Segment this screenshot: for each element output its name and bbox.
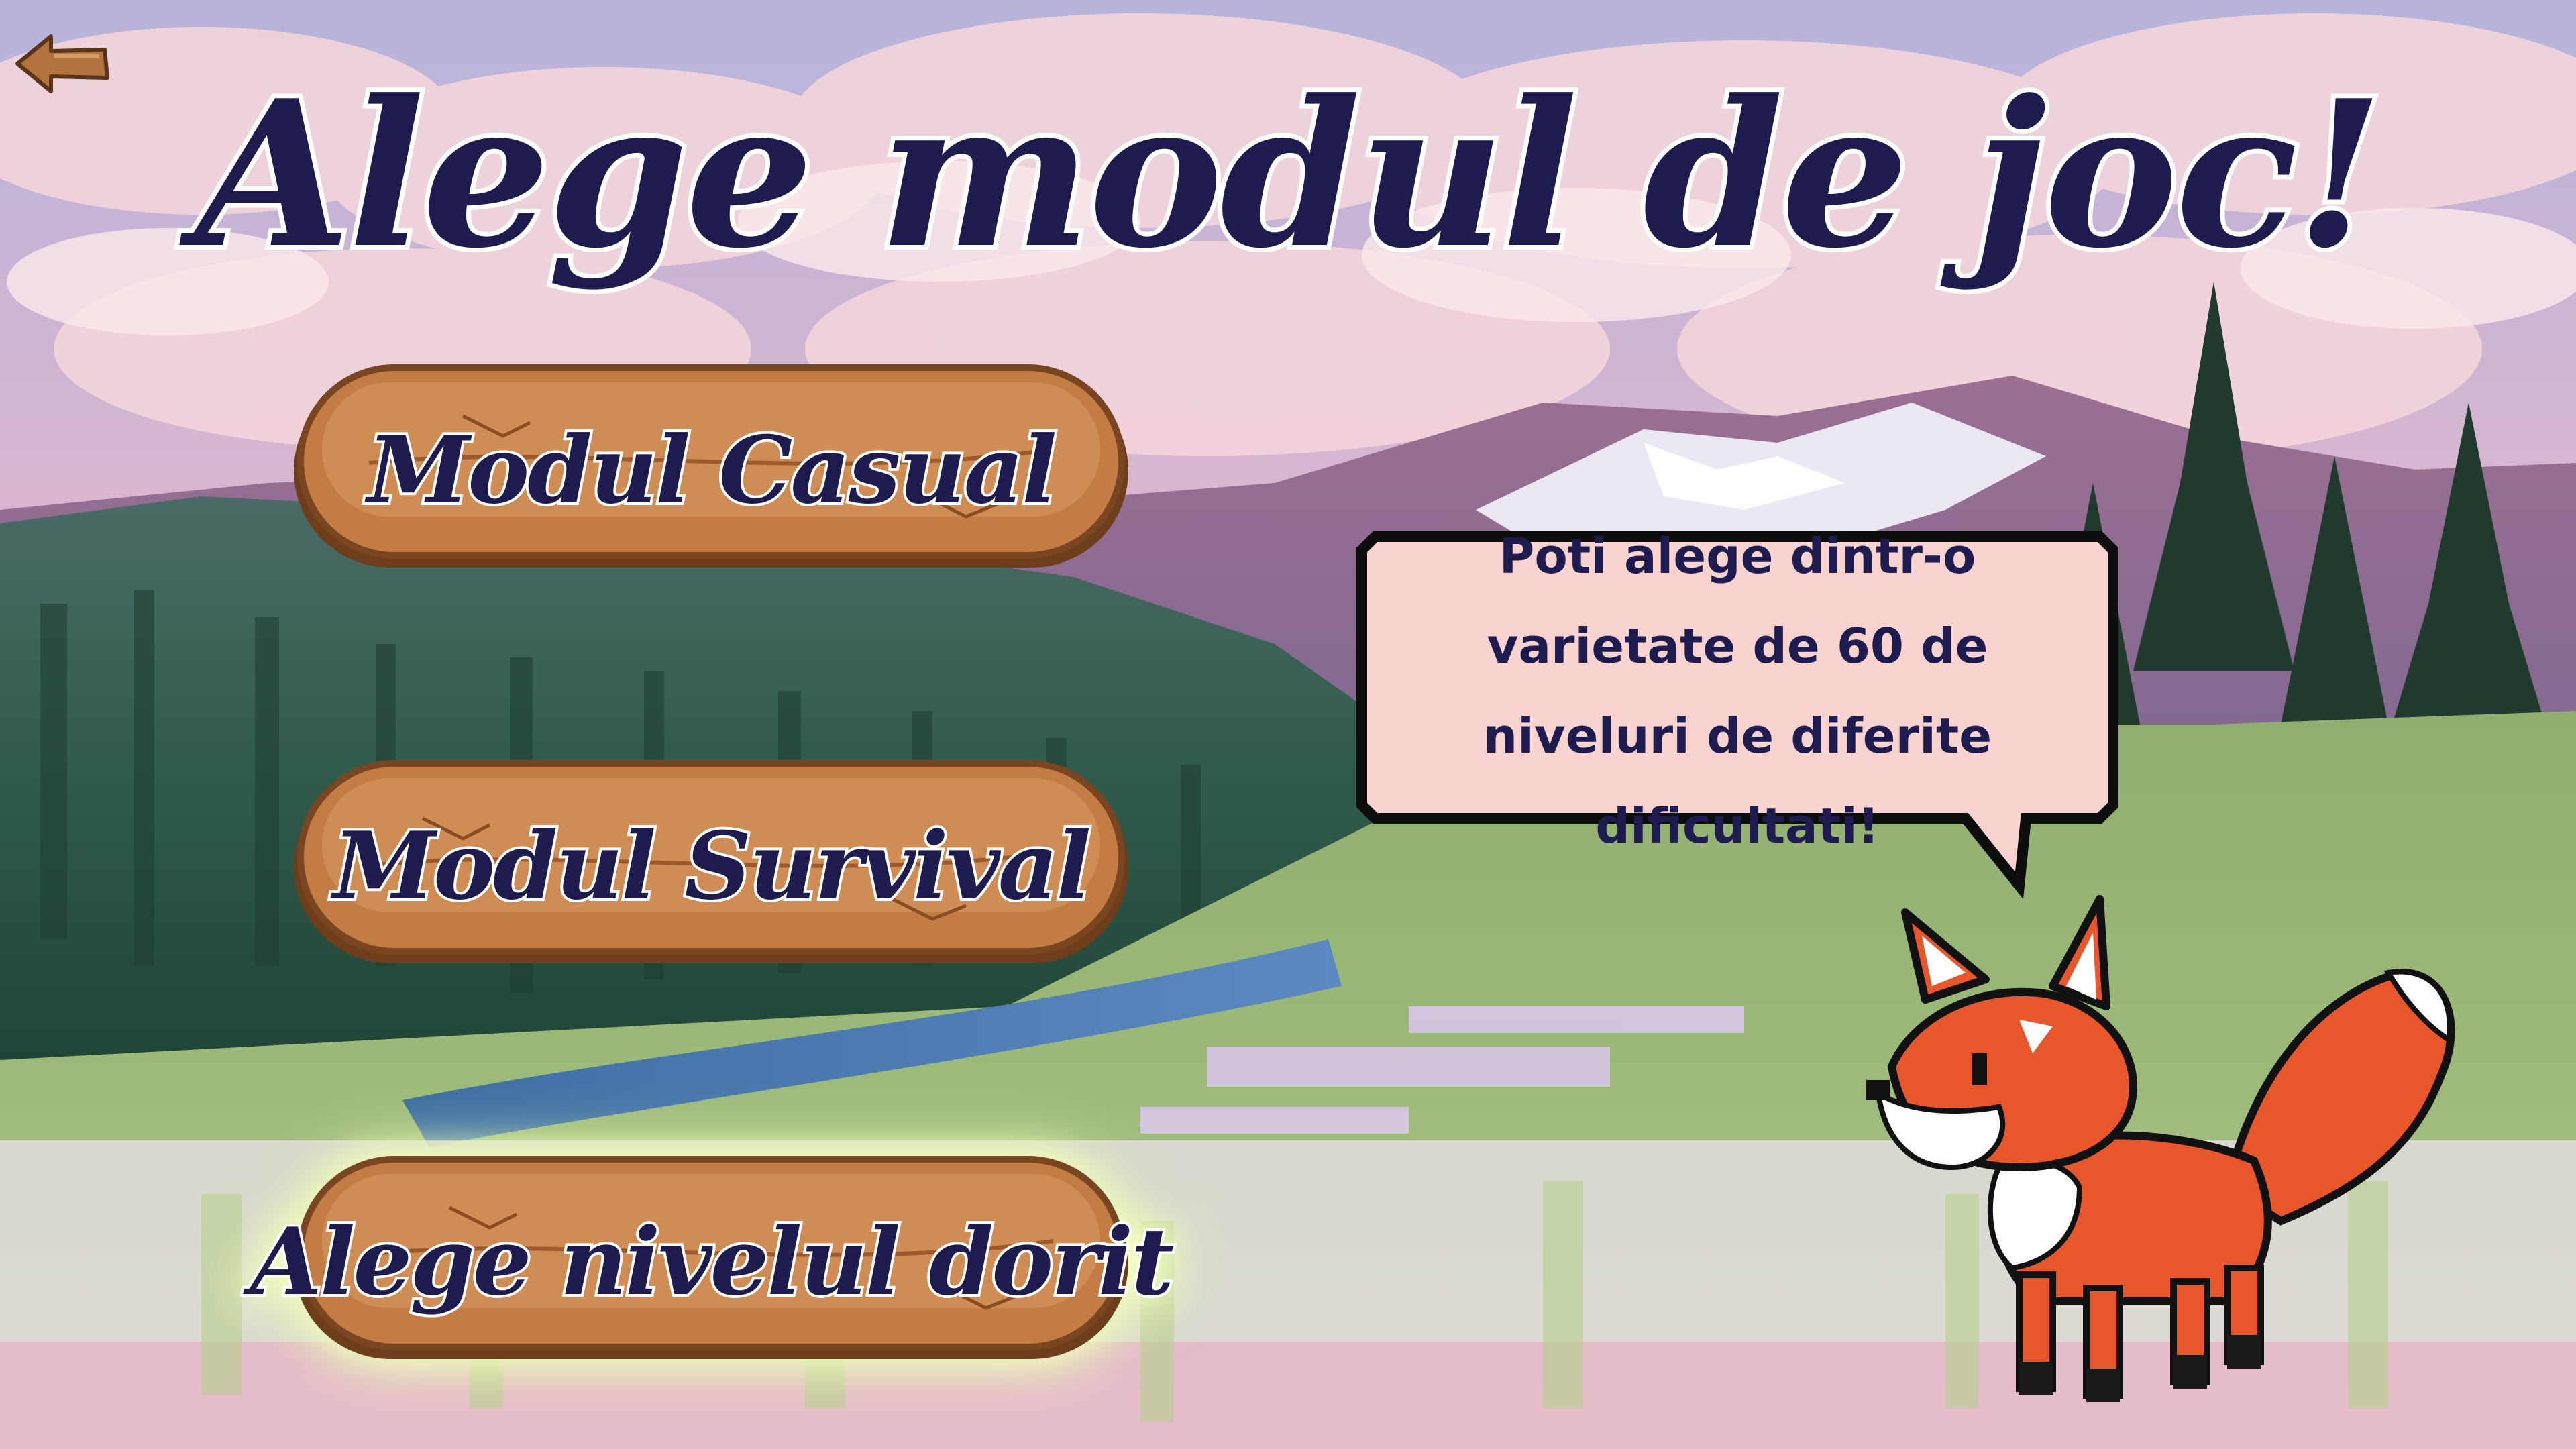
page-title: Alege modul de joc! (191, 51, 2389, 297)
mode-casual-label: Modul Casual (364, 413, 1059, 527)
mascot-tip-text: Poti alege dintr-o varietate de 60 de ni… (1483, 528, 1992, 854)
mode-level-select-button[interactable]: Alege nivelul dorit (248, 1154, 1177, 1368)
mode-level-select-label: Alege nivelul dorit (248, 1204, 1177, 1319)
mode-survival-button[interactable]: Modul Survival (288, 758, 1134, 973)
fox-icon (1866, 895, 2455, 1402)
fox-mascot (1851, 872, 2469, 1422)
mascot-speech-bubble: Poti alege dintr-o varietate de 60 de ni… (1348, 523, 2127, 899)
mode-survival-label: Modul Survival (330, 808, 1093, 923)
mode-casual-button[interactable]: Modul Casual (288, 362, 1134, 577)
